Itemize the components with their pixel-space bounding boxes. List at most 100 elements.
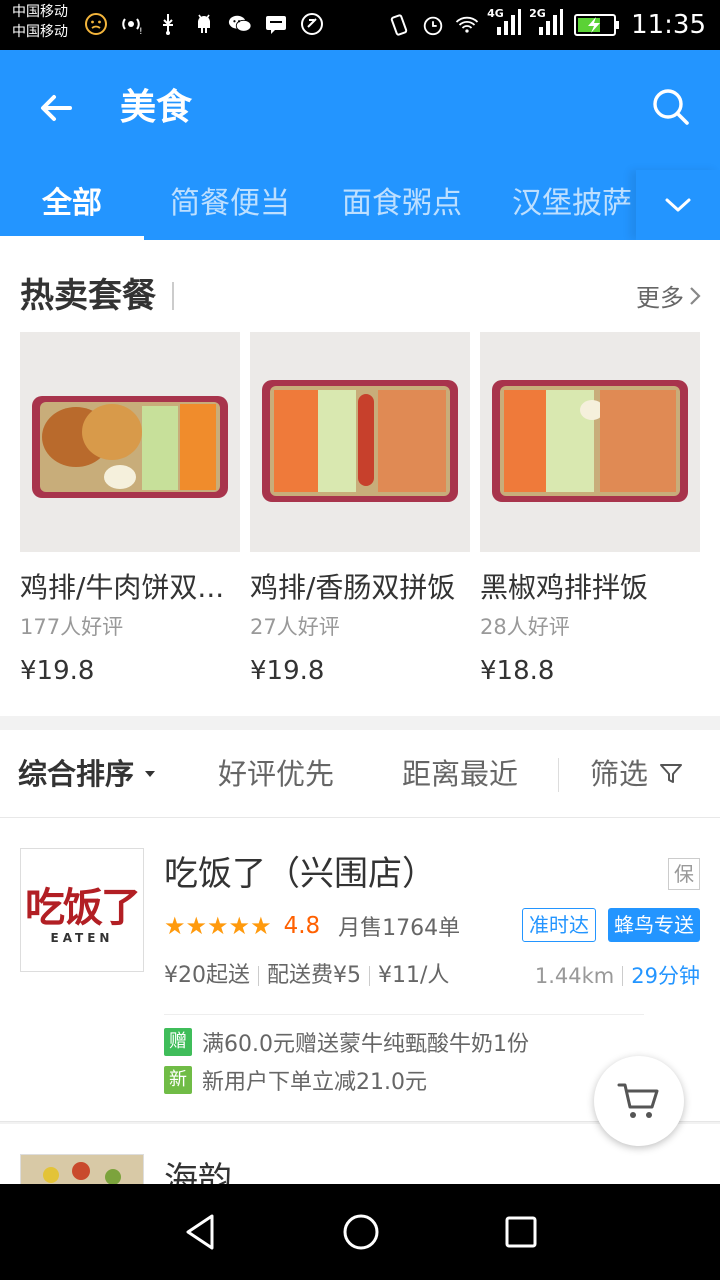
delivery-tag: 蜂鸟专送 [608, 908, 700, 942]
star-rating: ★★★★★ [164, 912, 272, 940]
combo-reviews: 27人好评 [250, 615, 340, 639]
combo-image [250, 332, 470, 552]
food-photo-icon [20, 332, 240, 552]
ontime-tag: 准时达 [522, 908, 596, 942]
search-button[interactable] [646, 82, 696, 132]
vibrate-icon [387, 13, 411, 37]
expand-categories-button[interactable] [636, 170, 720, 240]
title-divider [172, 282, 174, 310]
combo-image [480, 332, 700, 552]
battery-charging-icon [573, 13, 621, 37]
signal-4g: 4G [487, 7, 522, 41]
fee-row: ¥20起送 配送费¥5 ¥11/人 [164, 960, 449, 992]
android-icon [192, 12, 216, 36]
app-notification-icon [300, 12, 324, 36]
promotion-item: 赠 满60.0元赠送蒙牛纯甄酸牛奶1份 [164, 1026, 529, 1058]
sort-comprehensive[interactable]: 综合排序 [18, 754, 158, 794]
search-icon [653, 89, 689, 125]
tab-all[interactable]: 全部 [0, 170, 144, 240]
promo-divider [164, 1014, 644, 1015]
usb-icon [156, 12, 180, 36]
carrier-info: 中国移动 中国移动 [12, 2, 68, 42]
combo-name: 鸡排/牛肉饼双... [20, 571, 225, 604]
combo-price: ¥19.8 [20, 656, 95, 686]
shop-name: 吃饭了（兴围店） [164, 854, 436, 894]
fee-separator [369, 966, 370, 986]
tab-burger-pizza[interactable]: 汉堡披萨 [488, 170, 640, 240]
sort-rating[interactable]: 好评优先 [218, 754, 334, 794]
promotion-item: 新 新用户下单立减21.0元 [164, 1064, 427, 1096]
nav-recents-icon [505, 1216, 537, 1248]
carrier-1: 中国移动 [12, 4, 68, 20]
filter-icon [660, 764, 683, 783]
message-icon [264, 12, 288, 36]
per-person-cost: ¥11/人 [378, 963, 450, 988]
more-label: 更多 [636, 284, 684, 312]
rating-row: ★★★★★ 4.8 月售1764单 [164, 910, 460, 942]
sort-distance[interactable]: 距离最近 [402, 754, 518, 794]
more-link[interactable]: 更多 [636, 278, 702, 313]
rating-score: 4.8 [283, 913, 321, 939]
combo-name: 黑椒鸡排拌饭 [480, 571, 649, 604]
nav-back-button[interactable] [176, 1208, 224, 1256]
tab-noodles-porridge[interactable]: 面食粥点 [316, 170, 488, 240]
distance: 1.44km [534, 964, 615, 988]
combo-name: 鸡排/香肠双拼饭 [250, 571, 456, 604]
clock: 11:35 [631, 10, 706, 40]
shop-logo [20, 1154, 144, 1184]
chevron-right-icon [690, 286, 701, 305]
sort-separator [558, 758, 559, 792]
nav-back-icon [186, 1214, 214, 1250]
wifi-icon [455, 13, 479, 37]
emoji-icon [84, 12, 108, 36]
sort-comprehensive-label: 综合排序 [18, 757, 135, 791]
food-photo-icon [480, 332, 700, 552]
dropdown-triangle-icon [145, 771, 156, 777]
combo-reviews: 28人好评 [480, 615, 570, 639]
back-button[interactable] [32, 84, 80, 132]
chevron-down-icon [665, 198, 691, 212]
food-photo-icon [250, 332, 470, 552]
app-header: 美食 全部 简餐便当 面食粥点 汉堡披萨 [0, 50, 720, 240]
alarm-icon [421, 13, 445, 37]
shop-logo: 吃饭了 EATEN [20, 848, 144, 972]
back-arrow-icon [41, 95, 72, 121]
wechat-icon [228, 12, 252, 36]
notification-icons: ! [84, 12, 324, 36]
nav-home-button[interactable] [337, 1208, 385, 1256]
system-nav-bar [0, 1184, 720, 1280]
new-user-badge: 新 [164, 1066, 192, 1094]
shop-name: 海韵 [164, 1160, 232, 1184]
carrier-2: 中国移动 [12, 24, 68, 40]
monthly-sales: 月售1764单 [338, 916, 461, 941]
svg-text:!: ! [139, 27, 143, 36]
combo-reviews: 177人好评 [20, 615, 124, 639]
combo-card[interactable]: 鸡排/香肠双拼饭 27人好评 ¥19.8 [250, 332, 470, 688]
filter-label: 筛选 [590, 757, 649, 791]
delivery-time: 29分钟 [631, 964, 700, 988]
nav-home-icon [343, 1214, 379, 1250]
section-title: 热卖套餐 [20, 276, 156, 316]
combo-price: ¥18.8 [480, 656, 555, 686]
combo-card[interactable]: 黑椒鸡排拌饭 28人好评 ¥18.8 [480, 332, 700, 688]
fee-separator [258, 966, 259, 986]
combo-price: ¥19.8 [250, 656, 325, 686]
distance-separator [622, 966, 624, 986]
hotspot-icon: ! [120, 12, 144, 36]
status-right: 4G 2G 11:35 [387, 7, 706, 42]
hot-combos-section: 热卖套餐 更多 鸡排/牛肉饼双... 177人好评 ¥19.8 鸡排/香肠双拼饭… [0, 240, 720, 716]
gift-badge: 赠 [164, 1028, 192, 1056]
signal-4g-label: 4G [487, 7, 504, 20]
filter-button[interactable]: 筛选 [590, 754, 684, 794]
status-bar: 中国移动 中国移动 ! 4G 2G 11:35 [0, 0, 720, 50]
category-tabs: 全部 简餐便当 面食粥点 汉堡披萨 [0, 170, 640, 240]
distance-row: 1.44km 29分钟 [535, 960, 700, 992]
tab-quick-meals[interactable]: 简餐便当 [144, 170, 316, 240]
cart-button[interactable] [594, 1056, 684, 1146]
min-order: ¥20起送 [164, 963, 250, 988]
signal-2g-label: 2G [529, 7, 546, 20]
sort-bar: 综合排序 好评优先 距离最近 筛选 [0, 730, 720, 818]
nav-recents-button[interactable] [497, 1208, 545, 1256]
combo-card[interactable]: 鸡排/牛肉饼双... 177人好评 ¥19.8 [20, 332, 240, 688]
promotion-text: 新用户下单立减21.0元 [202, 1070, 427, 1095]
